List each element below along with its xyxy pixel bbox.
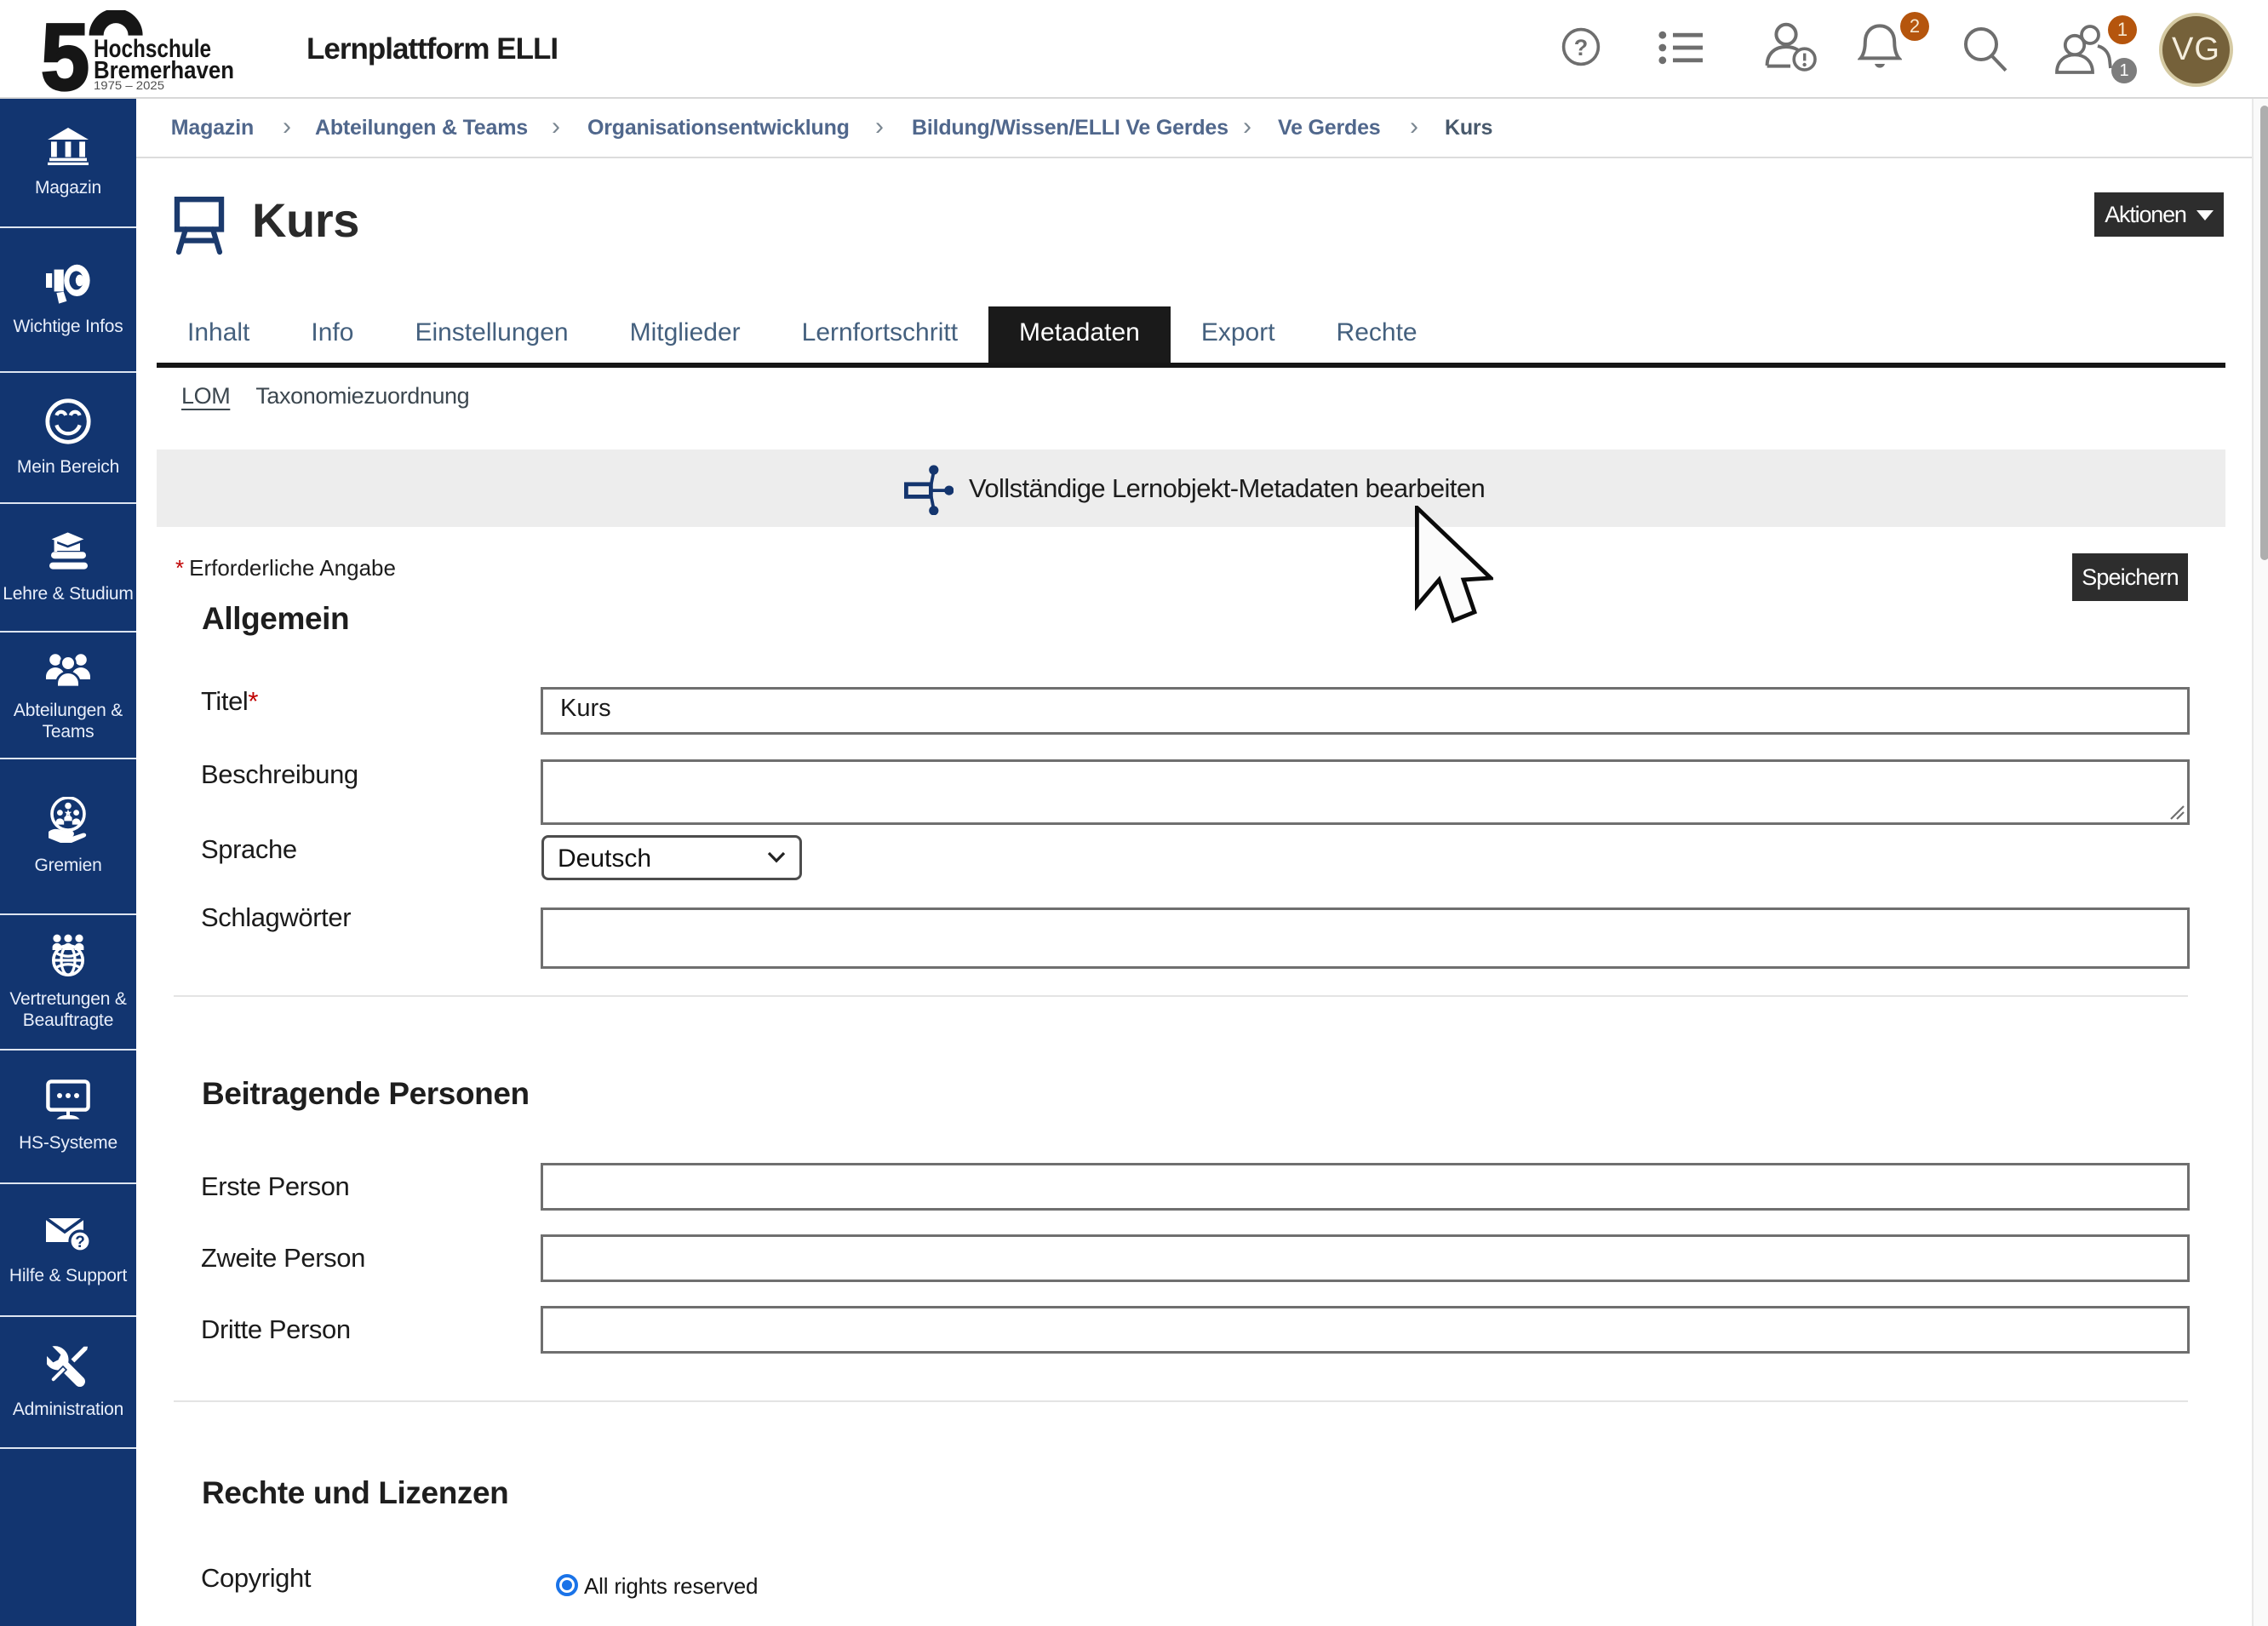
svg-text:5: 5 [41,10,89,95]
svg-text:?: ? [75,1233,85,1251]
svg-text:1975 – 2025: 1975 – 2025 [94,78,164,92]
svg-text:?: ? [1574,35,1589,60]
